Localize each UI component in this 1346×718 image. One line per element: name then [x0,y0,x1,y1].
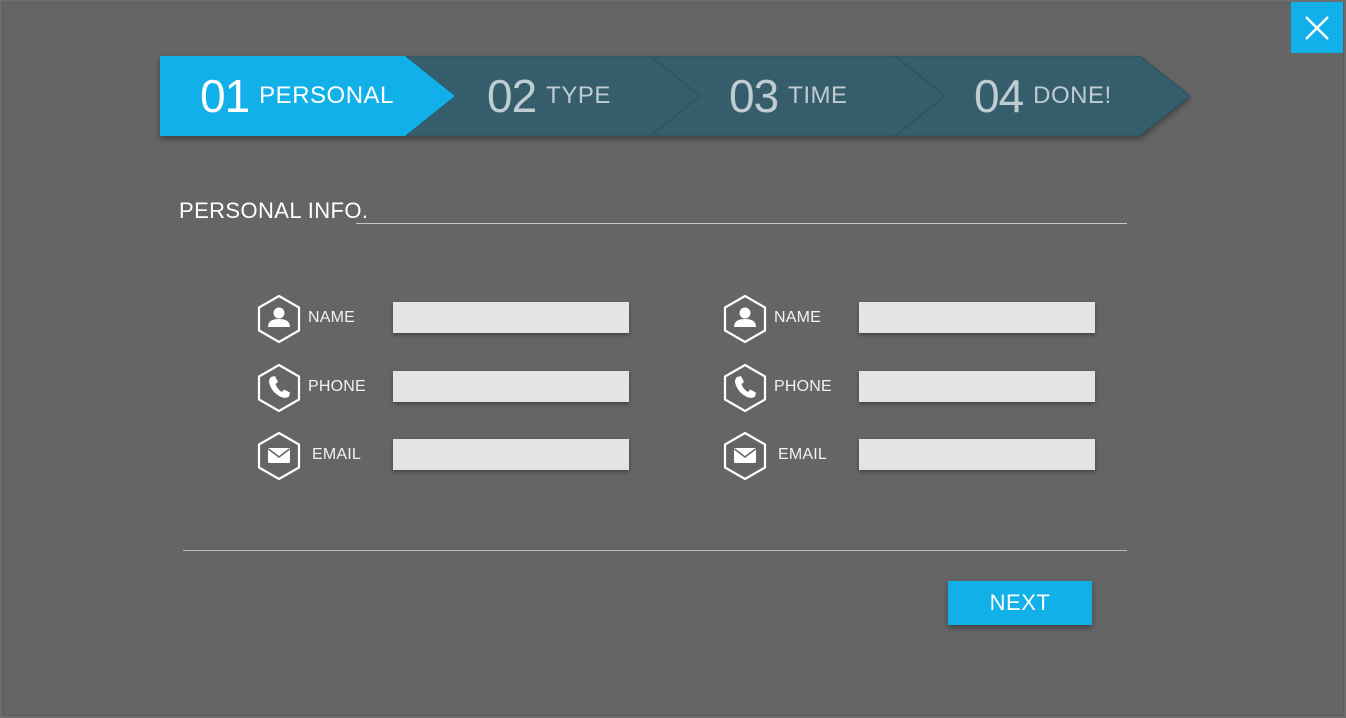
user-icon [257,294,301,344]
step-type[interactable]: 02 TYPE [487,56,611,136]
phone-icon [257,363,301,413]
envelope-icon [257,431,301,481]
footer-divider [183,550,1127,551]
email-input[interactable] [859,439,1095,470]
name-input[interactable] [859,302,1095,333]
name-row: NAME [256,294,636,344]
step-number: 01 [200,70,250,122]
email-label: EMAIL [778,446,828,463]
step-label: TIME [788,82,848,109]
close-button[interactable] [1291,2,1343,53]
next-button[interactable]: NEXT [948,581,1092,625]
step-done[interactable]: 04 DONE! [974,56,1112,136]
step-time[interactable]: 03 TIME [729,56,848,136]
section-title: PERSONAL INFO. [179,198,369,223]
phone-input[interactable] [859,371,1095,402]
email-row: EMAIL [256,431,636,481]
phone-label: PHONE [774,378,832,395]
step-label: PERSONAL [259,82,394,109]
step-number: 03 [729,70,779,122]
step-progress-bar: 01 PERSONAL 02 TYPE 03 TIME 04 DONE! [160,56,1192,136]
name-label: NAME [774,309,822,326]
step-label: DONE! [1033,82,1112,109]
step-number: 02 [487,70,537,122]
user-icon [723,294,767,344]
name-row: NAME [722,294,1102,344]
step-label: TYPE [546,82,611,109]
close-icon [1305,16,1329,40]
phone-row: PHONE [722,363,1102,413]
phone-icon [723,363,767,413]
envelope-icon [723,431,767,481]
name-input[interactable] [393,302,629,333]
phone-row: PHONE [256,363,636,413]
step-number: 04 [974,70,1024,122]
step-personal[interactable]: 01 PERSONAL [200,56,394,136]
email-row: EMAIL [722,431,1102,481]
phone-input[interactable] [393,371,629,402]
email-label: EMAIL [312,446,362,463]
section-divider [356,223,1127,224]
email-input[interactable] [393,439,629,470]
phone-label: PHONE [308,378,366,395]
name-label: NAME [308,309,356,326]
